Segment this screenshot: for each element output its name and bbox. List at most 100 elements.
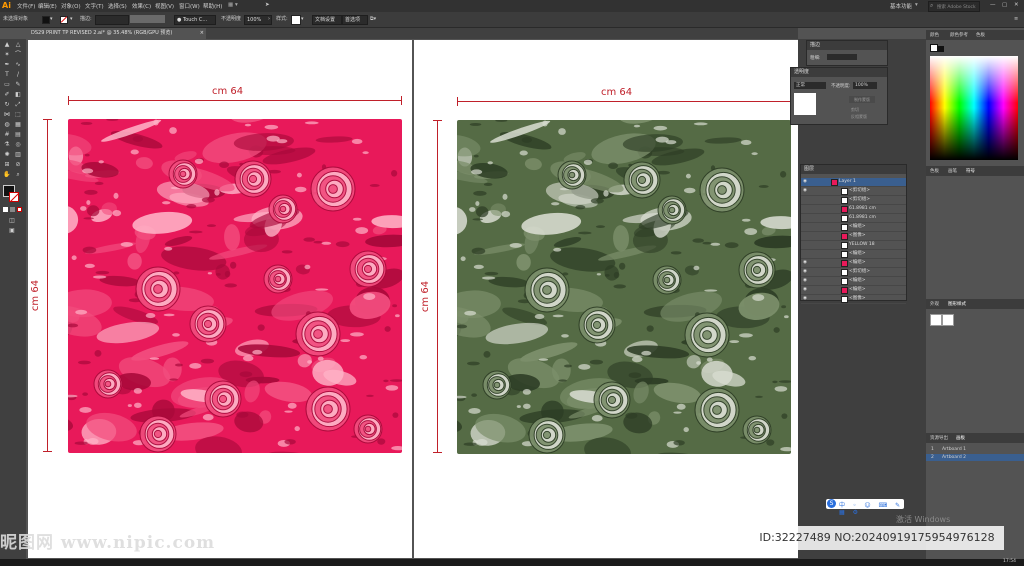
tab-appearance[interactable]: 外观 <box>930 301 939 307</box>
workspace-switcher[interactable]: 基本功能 <box>890 2 912 10</box>
tab-color[interactable]: 颜色 <box>930 32 939 38</box>
mesh-tool-icon[interactable]: # <box>3 131 11 139</box>
eraser-tool-icon[interactable]: ◧ <box>14 91 22 99</box>
screen-mode-icon[interactable]: ▣ <box>8 227 16 235</box>
brush-dropdown[interactable]: ● Touch C... <box>174 15 216 25</box>
curvature-tool-icon[interactable]: ∿ <box>14 61 22 69</box>
free-transform-tool-icon[interactable]: ⬚ <box>14 111 22 119</box>
rotate-tool-icon[interactable]: ↻ <box>3 101 11 109</box>
make-mask-button[interactable]: 制作蒙版 <box>849 96 875 103</box>
slice-tool-icon[interactable]: ⊘ <box>14 161 22 169</box>
graphic-style-swatch[interactable] <box>942 314 954 326</box>
menu-help[interactable]: 帮助(H) <box>203 2 222 10</box>
rectangle-tool-icon[interactable]: ▭ <box>3 81 11 89</box>
close-tab-icon[interactable]: × <box>200 28 204 39</box>
visibility-eye-icon[interactable]: ◉ <box>803 295 807 303</box>
blend-tool-icon[interactable]: ◎ <box>14 141 22 149</box>
camo-rose-pattern-pink[interactable] <box>68 119 402 453</box>
menu-type[interactable]: 文字(T) <box>85 2 104 10</box>
stroke-weight-field[interactable] <box>827 54 857 60</box>
menu-file[interactable]: 文件(F) <box>17 2 35 10</box>
layer-row[interactable]: ◉ <编组> <box>801 259 906 268</box>
menu-view[interactable]: 视图(V) <box>155 2 174 10</box>
artboard-list-item[interactable]: 2 Artboard 2 <box>926 454 1024 461</box>
zoom-tool-icon[interactable]: ⌕ <box>14 171 22 179</box>
paintbrush-tool-icon[interactable]: ✎ <box>14 81 22 89</box>
send-icon[interactable]: ➤ <box>265 2 270 8</box>
layer-row[interactable]: ◉ <剪切组> <box>801 187 906 196</box>
layer-row[interactable]: <剪切组> <box>801 196 906 205</box>
input-method-bar[interactable]: S 中 ◦ ☺ ⌨ ✎ ▦ ⚙ <box>826 499 904 516</box>
chevron-down-icon[interactable]: ▾ <box>50 15 53 23</box>
transparency-panel-tab[interactable]: 透明度 <box>791 68 887 77</box>
layer-row[interactable]: <编组> <box>801 223 906 232</box>
clip-checkbox[interactable]: 剪切 <box>851 107 859 113</box>
minimize-icon[interactable]: — <box>990 2 996 8</box>
direct-selection-tool-icon[interactable]: △ <box>14 41 22 49</box>
artboard-tool-icon[interactable]: ⊞ <box>3 161 11 169</box>
chevron-down-icon[interactable]: ▾ <box>301 15 304 23</box>
document-tab[interactable]: DS29 PRINT TP REVISED 2.ai* @ 35.48% (RG… <box>28 28 206 39</box>
document-setup-button[interactable]: 文档设置 <box>312 15 342 25</box>
draw-mode-icon[interactable]: ◫ <box>8 217 16 225</box>
chevron-down-icon[interactable]: ▾ <box>70 15 73 23</box>
fill-color-icon[interactable] <box>930 44 938 52</box>
color-mode-icon[interactable] <box>3 207 8 212</box>
gradient-mode-icon[interactable] <box>10 207 15 212</box>
symbol-sprayer-tool-icon[interactable]: ✺ <box>3 151 11 159</box>
tab-swatches-2[interactable]: 色板 <box>930 168 939 174</box>
invert-mask-checkbox[interactable]: 反相蒙版 <box>851 114 867 120</box>
visibility-eye-icon[interactable]: ◉ <box>803 268 807 276</box>
hand-tool-icon[interactable]: ✋ <box>3 171 11 179</box>
tab-asset-export[interactable]: 资源导出 <box>930 435 948 441</box>
selection-tool-icon[interactable]: ▲ <box>3 41 11 49</box>
pen-tool-icon[interactable]: ✒ <box>3 61 11 69</box>
layer-row[interactable]: ◉ Layer 1 <box>801 178 906 187</box>
menu-window[interactable]: 窗口(W) <box>179 2 200 10</box>
perspective-grid-tool-icon[interactable]: ▦ <box>14 121 22 129</box>
stock-search-input[interactable]: ⌕ 搜索 Adobe Stock <box>928 1 980 12</box>
layer-row[interactable]: 61.8981 cm <box>801 205 906 214</box>
none-mode-icon[interactable] <box>17 207 22 212</box>
layer-row[interactable]: ◉ <编组> <box>801 277 906 286</box>
lasso-tool-icon[interactable]: ⌒ <box>14 51 22 59</box>
fill-swatch[interactable] <box>42 16 50 24</box>
stroke-color-icon[interactable] <box>9 192 19 202</box>
layer-row[interactable]: 61.8981 cm <box>801 214 906 223</box>
graph-tool-icon[interactable]: ▥ <box>14 151 22 159</box>
layer-row[interactable]: ◉ <编组> <box>801 286 906 295</box>
chevron-right-icon[interactable]: › <box>268 15 270 23</box>
visibility-eye-icon[interactable]: ◉ <box>803 277 807 285</box>
artboard-list-item[interactable]: 1 Artboard 1 <box>926 446 1024 453</box>
stroke-weight-input[interactable] <box>95 15 129 25</box>
layer-row[interactable]: <图像> <box>801 232 906 241</box>
line-tool-icon[interactable]: / <box>14 71 22 79</box>
tab-swatches[interactable]: 色板 <box>976 32 985 38</box>
layer-row[interactable]: ◉ <剪切组> <box>801 268 906 277</box>
workspace-grid-icon[interactable]: ▦ ▾ <box>228 2 238 8</box>
preferences-button[interactable]: 首选项 <box>342 15 368 25</box>
shaper-tool-icon[interactable]: ✐ <box>3 91 11 99</box>
maximize-icon[interactable]: ▢ <box>1002 2 1007 8</box>
style-swatch[interactable] <box>291 15 301 25</box>
camo-rose-pattern-green[interactable] <box>457 120 791 454</box>
stroke-color-icon[interactable] <box>938 46 944 52</box>
shape-builder-tool-icon[interactable]: ◍ <box>3 121 11 129</box>
tab-color-guide[interactable]: 颜色参考 <box>950 32 968 38</box>
visibility-eye-icon[interactable]: ◉ <box>803 187 807 195</box>
close-icon[interactable]: ✕ <box>1014 2 1019 8</box>
eyedropper-tool-icon[interactable]: ⚗ <box>3 141 11 149</box>
layer-row[interactable]: <编组> <box>801 250 906 259</box>
gradient-tool-icon[interactable]: ▤ <box>14 131 22 139</box>
menu-edit[interactable]: 编辑(E) <box>38 2 57 10</box>
layer-row[interactable]: YELLOW 18 <box>801 241 906 250</box>
variable-width-profile[interactable] <box>130 15 165 23</box>
scale-tool-icon[interactable]: ⤢ <box>14 101 22 109</box>
layers-panel-tab[interactable]: 图层 <box>801 165 906 174</box>
type-tool-icon[interactable]: T <box>3 71 11 79</box>
menu-select[interactable]: 选择(S) <box>108 2 127 10</box>
stroke-panel-tab[interactable]: 描边 <box>807 41 887 50</box>
visibility-eye-icon[interactable]: ◉ <box>803 259 807 267</box>
opacity-field[interactable]: 100% <box>853 82 877 89</box>
arrange-icon[interactable]: ⧉▾ <box>370 15 376 23</box>
